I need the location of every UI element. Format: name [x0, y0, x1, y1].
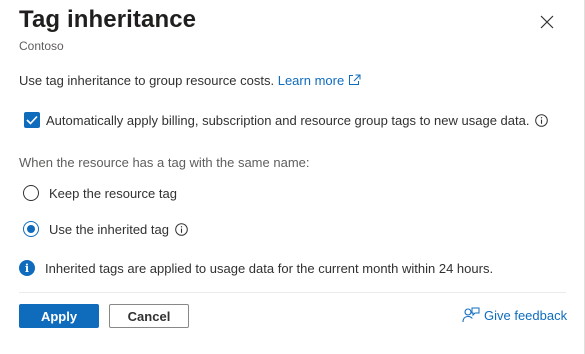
cancel-button[interactable]: Cancel [109, 304, 189, 328]
panel-title: Tag inheritance [19, 6, 197, 33]
give-feedback-label: Give feedback [484, 307, 568, 323]
intro-text: Use tag inheritance to group resource co… [19, 73, 361, 88]
radio-label: Use the inherited tag [49, 221, 169, 237]
radio-button-checked[interactable] [23, 221, 39, 237]
intro-description: Use tag inheritance to group resource co… [19, 73, 275, 88]
radio-keep-resource-tag[interactable]: Keep the resource tag [23, 185, 177, 201]
panel-subtitle: Contoso [19, 39, 64, 53]
checkmark-icon [26, 115, 38, 125]
give-feedback-link[interactable]: Give feedback [462, 307, 567, 323]
info-icon[interactable] [175, 222, 188, 236]
conflict-section-label: When the resource has a tag with the sam… [19, 155, 310, 170]
feedback-person-icon [462, 307, 480, 323]
auto-apply-checkbox-row[interactable]: Automatically apply billing, subscriptio… [24, 112, 549, 128]
learn-more-label: Learn more [277, 73, 345, 88]
learn-more-link[interactable]: Learn more [278, 73, 361, 88]
info-icon[interactable] [535, 113, 549, 127]
close-button[interactable] [536, 11, 558, 33]
footer-divider [19, 292, 566, 293]
info-notice: i Inherited tags are applied to usage da… [19, 260, 493, 276]
tag-inheritance-panel: Tag inheritance Contoso Use tag inherita… [0, 0, 585, 354]
close-icon [540, 15, 554, 29]
notice-text: Inherited tags are applied to usage data… [45, 260, 494, 276]
info-filled-icon: i [19, 260, 35, 276]
external-link-icon [349, 74, 361, 85]
radio-use-inherited-tag[interactable]: Use the inherited tag [23, 221, 188, 237]
radio-label: Keep the resource tag [49, 185, 177, 201]
auto-apply-label: Automatically apply billing, subscriptio… [46, 112, 530, 128]
apply-button[interactable]: Apply [19, 304, 99, 328]
radio-button-unchecked[interactable] [23, 185, 39, 201]
auto-apply-checkbox[interactable] [24, 112, 40, 128]
